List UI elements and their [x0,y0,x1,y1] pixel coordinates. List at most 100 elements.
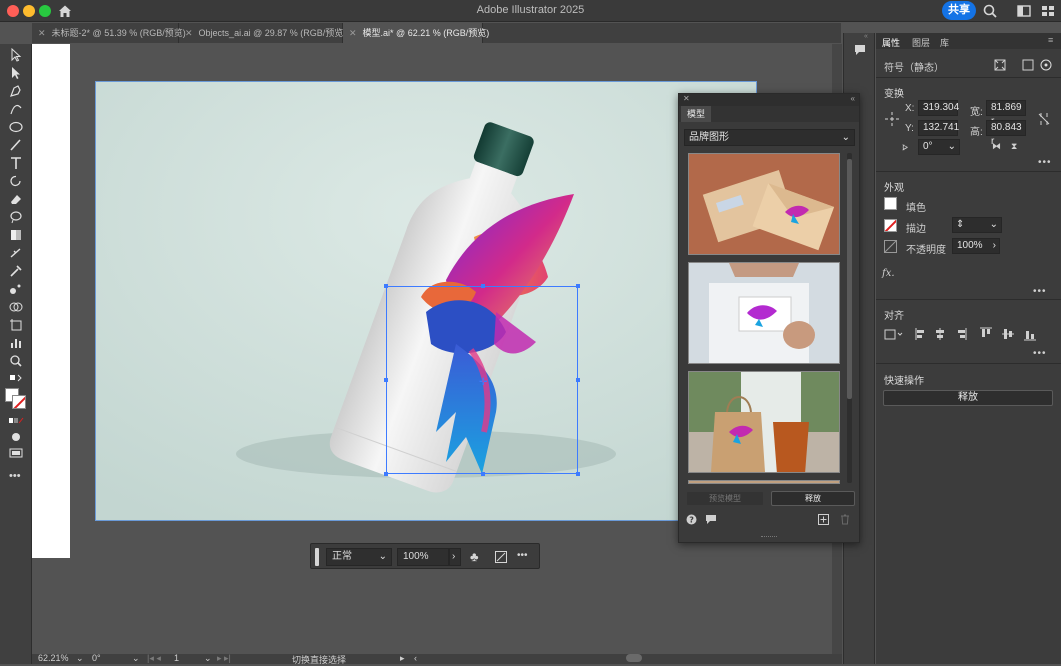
release-mockup-button[interactable]: 释放 [771,491,855,506]
panel-header[interactable]: ✕ « [679,94,859,106]
mockup-thumbnail-partial[interactable] [688,480,840,484]
tab-mockup[interactable]: ✕ 模型.ai* @ 62.21 % (RGB/预览) [343,23,489,43]
align-to-icon[interactable] [884,329,903,340]
horizontal-scroll-thumb[interactable] [626,654,642,662]
height-field[interactable]: 80.843 r [986,120,1026,147]
close-icon[interactable]: ✕ [683,94,690,103]
tab-objects[interactable]: ✕ Objects_ai.ai @ 29.87 % (RGB/预览) [179,23,346,43]
selection-handle[interactable] [576,378,580,382]
edit-symbol-icon[interactable] [993,58,1007,72]
paintbrush-tool-icon[interactable] [8,138,24,152]
stroke-color-swatch[interactable] [12,395,26,409]
collapse-icon[interactable]: « [864,33,868,40]
selection-handle[interactable] [481,284,485,288]
tab-layers[interactable]: 图层 [912,36,930,49]
fill-label[interactable]: 填色 [906,199,926,214]
next-artboard-icon[interactable]: ▸ ▸| [217,653,231,664]
thumbnail-scrollbar[interactable] [847,153,852,483]
y-field[interactable]: 132.741 [918,120,959,136]
stroke-label[interactable]: 描边 [906,220,926,235]
more-transform-options-icon[interactable]: ••• [1038,157,1052,168]
first-artboard-icon[interactable]: |◂ ◂ [147,653,161,664]
lasso-tool-icon[interactable] [8,210,24,224]
type-tool-icon[interactable] [8,156,24,170]
share-button[interactable]: 共享 [942,1,976,20]
align-bottom-icon[interactable] [1024,331,1036,341]
more-align-options-icon[interactable]: ••• [1033,348,1047,359]
chevron-left-icon[interactable]: ‹ [414,653,417,663]
align-hcenter-icon[interactable] [936,328,944,340]
draw-mode-icon[interactable] [8,430,24,444]
selection-tool-icon[interactable] [8,48,24,62]
blend-mode-select[interactable]: 正常 ⌄ [326,548,392,566]
rotation-value[interactable]: 0° [92,653,101,663]
help-icon[interactable]: ? [686,514,697,525]
stroke-weight-field[interactable]: ⇕ ⌄ [952,217,1002,233]
collapse-icon[interactable]: « [851,94,855,103]
constrain-proportions-icon[interactable] [1037,111,1051,127]
comments-icon[interactable] [853,43,867,57]
panel-menu-icon[interactable]: ≡ [1048,35,1053,45]
flip-horizontal-icon[interactable]: ⧓ [992,141,1001,152]
graph-tool-icon[interactable] [8,336,24,350]
stroke-swatch[interactable] [884,219,897,232]
stepper-icon[interactable]: ⇕ [956,218,964,232]
drag-handle[interactable] [315,548,319,566]
play-icon[interactable]: ▸ [400,653,405,664]
zoom-tool-icon[interactable] [8,354,24,368]
swap-fill-stroke-icon[interactable] [8,372,24,386]
chevron-down-icon[interactable]: ⌄ [76,653,84,664]
opacity-field[interactable]: 100% › [952,238,1000,254]
break-link-icon[interactable] [1021,58,1035,72]
tab-libraries[interactable]: 库 [940,36,949,49]
mockup-thumbnail-card[interactable] [688,262,840,364]
fx-icon[interactable]: fx. [882,268,895,279]
blend-tool-icon[interactable] [8,246,24,260]
arrange-icon[interactable] [1040,3,1056,19]
align-right-icon[interactable] [958,328,967,340]
x-field[interactable]: 319.304 [918,100,959,116]
selection-handle[interactable] [481,472,485,476]
tab-properties[interactable]: 属性 [882,36,900,49]
edit-symbol-icon[interactable] [494,550,508,564]
fill-swatch[interactable] [884,197,897,210]
align-top-icon[interactable] [980,327,992,337]
registration-point-icon[interactable] [1039,58,1053,72]
zoom-level[interactable]: 62.21% [38,653,69,663]
opacity-arrow[interactable]: › [449,548,461,566]
direct-selection-tool-icon[interactable] [8,66,24,80]
gradient-tool-icon[interactable] [8,228,24,242]
chevron-down-icon[interactable]: ⌄ [132,653,140,664]
tab-mockup[interactable]: 模型 [681,106,711,122]
preview-mockup-button[interactable]: 预览模型 [686,491,764,506]
symbol-selection-bounds[interactable]: ✛ [384,284,580,476]
close-icon[interactable]: ✕ [349,28,357,38]
mockup-thumbnail-tote-bag[interactable] [688,371,840,473]
more-appearance-options-icon[interactable]: ••• [1033,286,1047,297]
search-icon[interactable] [982,3,998,19]
align-vcenter-icon[interactable] [1002,329,1014,339]
selection-handle[interactable] [384,378,388,382]
pen-tool-icon[interactable] [8,84,24,98]
resize-grip[interactable] [761,536,777,539]
feedback-icon[interactable] [705,514,717,525]
mockup-category-select[interactable]: 品牌图形 ⌄ [684,129,855,146]
angle-field[interactable]: 0° ⌄ [918,139,960,155]
ellipse-tool-icon[interactable] [8,120,24,134]
artboard-tool-icon[interactable] [8,318,24,332]
shape-builder-tool-icon[interactable] [8,300,24,314]
selection-handle[interactable] [576,284,580,288]
close-icon[interactable]: ✕ [185,28,193,38]
eyedropper-tool-icon[interactable] [8,264,24,278]
eraser-tool-icon[interactable] [8,192,24,206]
close-icon[interactable]: ✕ [38,28,46,38]
flip-vertical-icon[interactable]: ⧗ [1011,141,1017,152]
tab-untitled-2[interactable]: ✕ 未标题-2* @ 51.39 % (RGB/预览) [32,23,186,43]
color-mode-icon[interactable] [8,414,24,428]
reference-point-icon[interactable] [884,111,900,127]
mockup-thumbnail-envelope[interactable] [688,153,840,255]
workspace-icon[interactable] [1016,3,1032,19]
selection-handle[interactable] [384,472,388,476]
screen-mode-icon[interactable] [8,446,24,460]
artboard-mockup-image[interactable]: ✛ [95,81,757,521]
